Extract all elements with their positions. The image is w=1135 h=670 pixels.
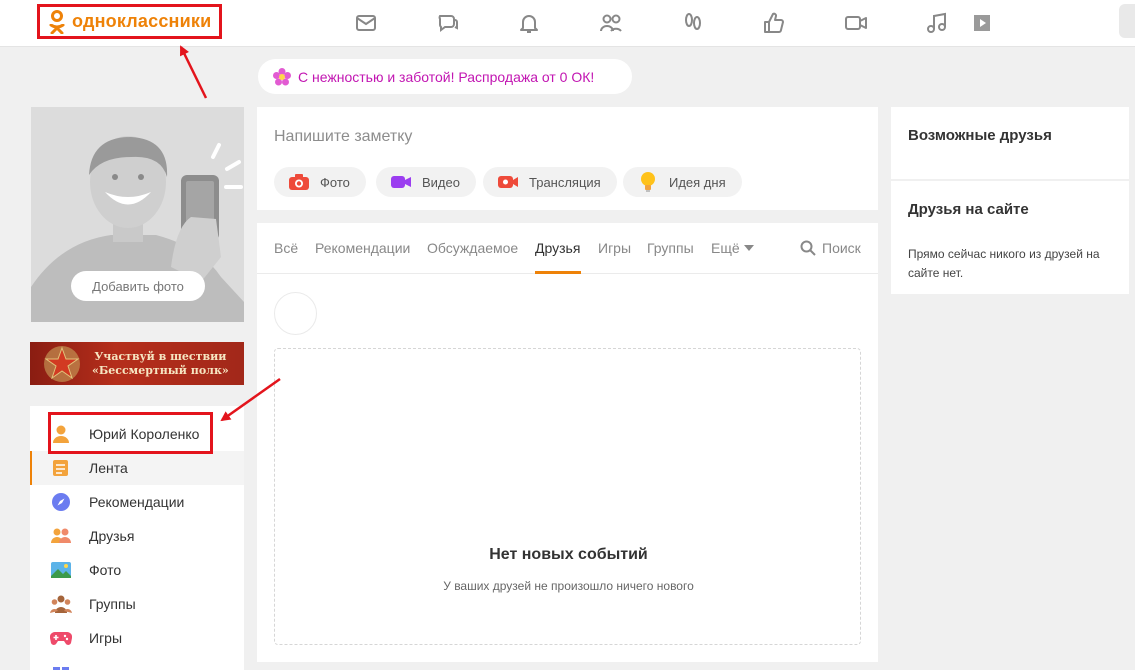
flower-icon [273,67,291,85]
avatar-placeholder-circle [274,292,317,335]
tab-groups[interactable]: Группы [647,240,694,256]
tab-friends[interactable]: Друзья [535,240,580,256]
top-header: одноклассники [0,0,1135,47]
header-edge-tab[interactable] [1119,4,1135,38]
possible-friends-title[interactable]: Возможные друзья [908,127,1052,144]
friends-online-text: Прямо сейчас никого из друзей на сайте н… [908,247,1100,280]
sidebar-item-groups[interactable]: Группы [30,587,244,621]
friends-online-title[interactable]: Друзья на сайте [908,201,1029,218]
sidebar-item-label: Игры [89,630,123,646]
profile-avatar[interactable]: Добавить фото [31,107,244,322]
broadcast-icon [497,173,519,191]
broadcast-chip-button[interactable]: Трансляция [483,167,617,197]
video-camera-icon [390,173,412,191]
friends-icon[interactable] [597,10,625,36]
chevron-down-icon [743,245,754,251]
video-chip-button[interactable]: Видео [376,167,476,197]
photo-icon [50,559,72,581]
guests-icon[interactable] [679,10,707,36]
friends-online-card: Друзья на сайте Прямо сейчас никого из д… [891,181,1129,294]
immortal-regiment-banner[interactable]: Участвуй в шествии «Бессмертный полк» [30,342,244,385]
ok-logo[interactable]: одноклассники [37,4,222,39]
empty-feed-subtitle: У ваших друзей не произошло ничего новог… [443,579,694,593]
chip-label: Идея дня [669,174,726,190]
gamepad-icon [50,627,72,649]
discussions-icon[interactable] [434,10,462,36]
empty-feed-box: Нет новых событий У ваших друзей не прои… [274,348,861,645]
sidebar-item-label: Лента [89,460,128,476]
games-icon[interactable] [968,10,996,36]
sidebar-item-recommendations[interactable]: Рекомендации [30,485,244,519]
sidebar-item-games[interactable]: Игры [30,621,244,655]
tab-recommendations[interactable]: Рекомендации [315,240,410,256]
promo-pill[interactable]: С нежностью и заботой! Распродажа от 0 О… [258,59,632,94]
ok-logo-icon [48,9,66,35]
banner-text: Участвуй в шествии «Бессмертный полк» [92,350,229,378]
music-icon[interactable] [923,10,951,36]
sidebar-item-label: Друзья [89,528,135,544]
banner-line-2: «Бессмертный полк» [92,363,229,377]
friends-icon [50,525,72,547]
active-tab-indicator [535,271,581,274]
banner-line-1: Участвуй в шествии [94,349,227,363]
highlight-box-profile-name [48,412,213,454]
ok-logo-text: одноклассники [72,11,212,31]
idea-chip-button[interactable]: Идея дня [623,167,742,197]
notifications-icon[interactable] [515,10,543,36]
chip-label: Фото [320,174,350,190]
groups-icon [50,593,72,615]
messages-icon[interactable] [352,10,380,36]
photo-chip-button[interactable]: Фото [274,167,366,197]
sidebar-item-label: Фото [89,562,122,578]
possible-friends-card: Возможные друзья [891,107,1129,179]
arrow-to-logo [179,45,208,99]
compass-icon [50,491,72,513]
chip-label: Видео [422,174,460,190]
video-icon[interactable] [842,10,870,36]
feed-tabs: Всё Рекомендации Обсуждаемое Друзья Игры… [257,223,878,274]
note-input[interactable]: Напишите заметку [274,128,412,146]
sidebar-item-label: Рекомендации [89,494,185,510]
add-photo-button[interactable]: Добавить фото [71,271,205,301]
sidebar-item-friends[interactable]: Друзья [30,519,244,553]
promo-text: С нежностью и заботой! Распродажа от 0 О… [298,68,595,85]
chip-label: Трансляция [529,174,601,190]
search-label: Поиск [822,240,861,256]
tab-all[interactable]: Всё [274,240,298,256]
lightbulb-icon [637,172,659,192]
feed-panel: Всё Рекомендации Обсуждаемое Друзья Игры… [257,223,878,662]
feed-search-button[interactable]: Поиск [800,240,861,256]
sidebar-item-feed[interactable]: Лента [30,451,244,485]
search-icon [800,240,816,256]
camera-icon [288,173,310,191]
tab-discussed[interactable]: Обсуждаемое [427,240,518,256]
likes-icon[interactable] [760,10,788,36]
sidebar-item-more[interactable] [30,655,244,670]
sidebar-item-photos[interactable]: Фото [30,553,244,587]
tab-more-label: Ещё [711,240,740,256]
empty-feed-title: Нет новых событий [489,546,648,563]
tab-more[interactable]: Ещё [711,240,754,256]
sidebar-item-label: Группы [89,596,136,612]
tab-games[interactable]: Игры [598,240,631,256]
gift-icon [50,661,72,670]
feed-icon [50,457,72,479]
star-emblem-icon [44,345,80,382]
post-composer: Напишите заметку Фото Видео Трансляция И… [257,107,878,210]
